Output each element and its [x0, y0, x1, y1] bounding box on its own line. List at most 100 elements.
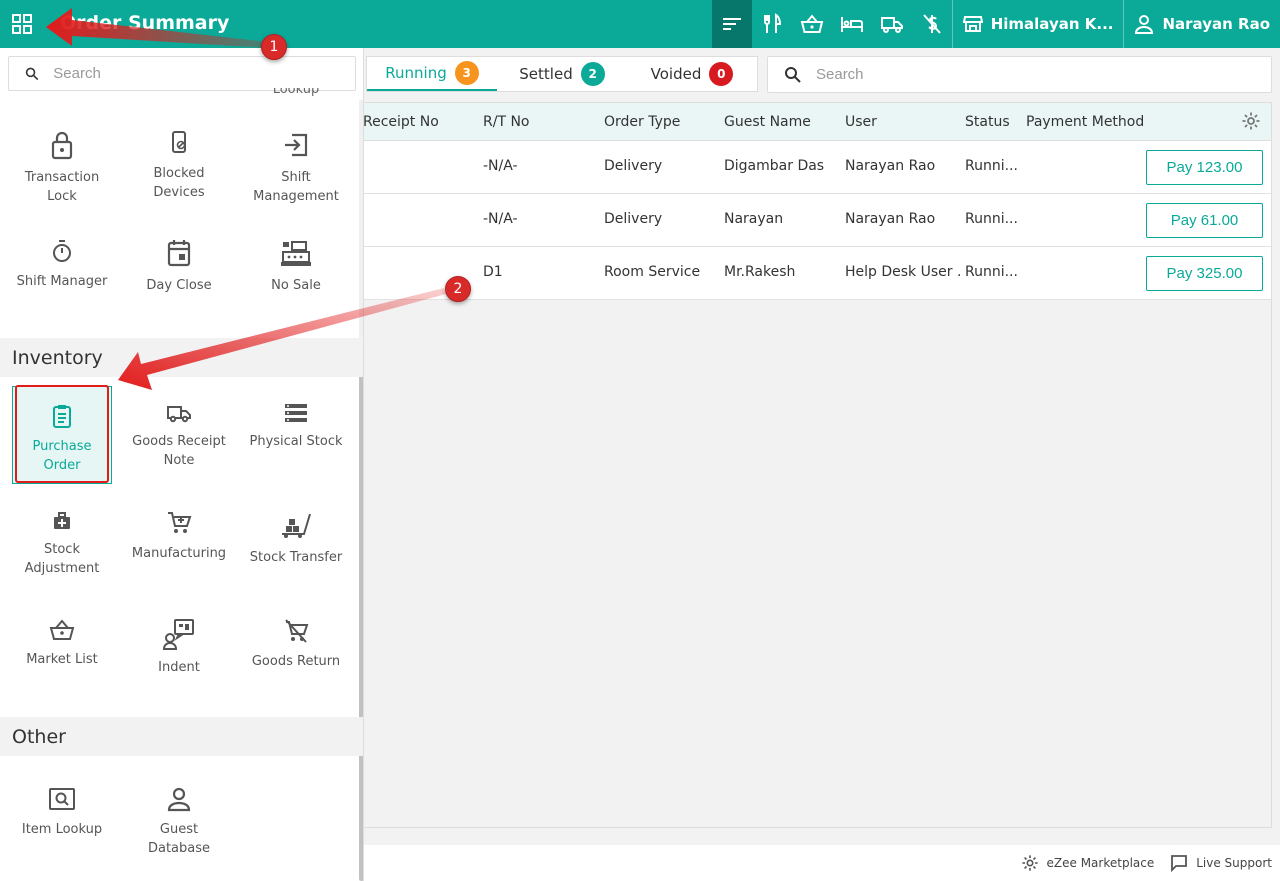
menu-item-label: Physical Stock — [249, 434, 343, 449]
menu-item-label: Shift Manager — [16, 274, 108, 289]
menu-item-label: Day Close — [146, 278, 212, 293]
cell-user: Narayan Rao — [845, 158, 936, 174]
order-search-input[interactable] — [816, 66, 1196, 83]
medkit-icon — [54, 512, 70, 529]
truck-icon — [880, 17, 903, 33]
menu-item-label: Shift Management — [253, 170, 339, 204]
menu-item-day-close[interactable]: Day Close — [129, 238, 229, 336]
menu-item-goods-receipt-note[interactable]: Goods Receipt Note — [129, 402, 229, 500]
page-title: Order Summary — [60, 12, 230, 34]
basket-button[interactable] — [792, 0, 832, 48]
tab-voided[interactable]: Voided 0 — [627, 57, 757, 91]
cell-status: Runni... — [965, 158, 1018, 174]
menu-item-physical-stock[interactable]: Physical Stock — [246, 402, 346, 500]
table-row[interactable]: -N/A- Delivery Narayan Narayan Rao Runni… — [363, 194, 1271, 247]
user-menu[interactable]: Narayan Rao — [1124, 0, 1280, 48]
order-search — [767, 56, 1272, 93]
menu-item-label: No Sale — [271, 278, 321, 293]
menu-item-stock-adjustment[interactable]: Stock Adjustment — [12, 510, 112, 608]
menu-item-label: Stock Adjustment — [24, 542, 100, 576]
menu-item-label: Goods Receipt Note — [132, 434, 226, 468]
chat-icon — [1171, 855, 1188, 872]
pay-button[interactable]: Pay 123.00 — [1146, 150, 1263, 185]
cell-rt-no: -N/A- — [483, 158, 518, 174]
sort-button[interactable] — [711, 0, 752, 48]
timer-icon — [53, 240, 71, 262]
marketplace-link[interactable]: eZee Marketplace — [1021, 854, 1155, 872]
marketplace-label: eZee Marketplace — [1046, 856, 1155, 870]
gear-icon — [1021, 855, 1038, 871]
outlet-selector[interactable]: Himalayan K... — [953, 0, 1124, 48]
voided-count-badge: 0 — [709, 62, 734, 86]
search-icon — [785, 66, 801, 83]
top-bar: Order Summary Himalayan K... Narayan Rao — [0, 0, 1280, 48]
col-order-type: Order Type — [604, 113, 681, 130]
cash-register-icon — [281, 241, 311, 266]
lock-icon — [51, 131, 73, 160]
apps-menu-button[interactable] — [0, 0, 44, 48]
step-marker-1: 1 — [261, 34, 287, 60]
login-icon — [285, 133, 308, 157]
dine-in-button[interactable] — [752, 0, 792, 48]
partially-hidden-label: Lookup — [272, 88, 320, 97]
person-icon — [167, 787, 191, 812]
menu-item-blocked-devices[interactable]: Blocked Devices — [129, 130, 229, 228]
menu-item-label: Market List — [26, 652, 98, 667]
store-icon — [962, 16, 983, 32]
menu-item-transaction-lock[interactable]: Transaction Lock — [12, 130, 112, 228]
pay-button[interactable]: Pay 61.00 — [1146, 203, 1263, 238]
menu-item-indent[interactable]: Indent — [129, 618, 229, 716]
tab-settled[interactable]: Settled 2 — [497, 57, 627, 91]
tab-settled-label: Settled — [519, 65, 573, 83]
table-row[interactable]: D1 Room Service Mr.Rakesh Help Desk User… — [363, 247, 1271, 300]
menu-item-goods-return[interactable]: Goods Return — [246, 618, 346, 716]
cell-user: Help Desk User ... — [845, 264, 961, 280]
table-settings-gear-icon[interactable] — [1241, 111, 1261, 131]
order-status-tabs: Running 3 Settled 2 Voided 0 — [366, 56, 758, 92]
settled-count-badge: 2 — [580, 62, 605, 86]
live-support-label: Live Support — [1196, 856, 1272, 870]
highlight-box — [15, 385, 109, 483]
scrollbar-thumb[interactable] — [359, 370, 363, 881]
menu-item-guest-database[interactable]: Guest Database — [129, 786, 229, 881]
no-charge-button[interactable] — [912, 0, 952, 48]
room-button[interactable] — [832, 0, 872, 48]
no-charge-icon — [922, 14, 941, 34]
orders-table: Receipt No R/T No Order Type Guest Name … — [362, 102, 1272, 828]
cart-off-icon — [285, 619, 309, 643]
menu-item-manufacturing[interactable]: Manufacturing — [129, 510, 229, 608]
cell-order-type: Delivery — [604, 211, 663, 227]
tab-voided-label: Voided — [650, 65, 702, 83]
basket-icon — [800, 14, 823, 33]
sort-icon — [722, 18, 741, 30]
menu-item-shift-manager[interactable]: Shift Manager — [12, 238, 112, 336]
menu-item-item-lookup[interactable]: Item Lookup — [12, 786, 112, 881]
menu-item-market-list[interactable]: Market List — [12, 618, 112, 716]
pay-button[interactable]: Pay 325.00 — [1146, 256, 1263, 291]
cell-rt-no: -N/A- — [483, 211, 518, 227]
menu-item-label: Item Lookup — [21, 822, 103, 837]
restaurant-icon — [763, 13, 781, 33]
menu-item-no-sale[interactable]: No Sale — [246, 238, 346, 336]
live-support-link[interactable]: Live Support — [1170, 854, 1272, 872]
truck-icon — [167, 406, 191, 423]
menu-item-stock-transfer[interactable]: Stock Transfer — [246, 510, 346, 608]
cell-order-type: Delivery — [604, 158, 663, 174]
cell-guest-name: Mr.Rakesh — [724, 264, 796, 280]
menu-item-shift-management[interactable]: Shift Management — [246, 130, 346, 228]
section-other: Other — [0, 717, 363, 756]
table-row[interactable]: -N/A- Delivery Digambar Das Narayan Rao … — [363, 141, 1271, 194]
chat-person-icon — [163, 619, 194, 650]
delivery-button[interactable] — [872, 0, 912, 48]
menu-item-label: Manufacturing — [131, 546, 227, 561]
bed-icon — [840, 17, 863, 32]
storage-icon — [285, 404, 307, 422]
menu-item-label: Indent — [158, 660, 200, 675]
col-receipt-no: Receipt No — [363, 113, 439, 130]
menu-search-input[interactable] — [53, 65, 355, 82]
tab-running[interactable]: Running 3 — [367, 57, 497, 91]
grid-icon — [12, 14, 32, 34]
cell-guest-name: Digambar Das — [724, 158, 825, 174]
menu-item-label: Goods Return — [251, 654, 341, 669]
table-header: Receipt No R/T No Order Type Guest Name … — [363, 103, 1271, 141]
